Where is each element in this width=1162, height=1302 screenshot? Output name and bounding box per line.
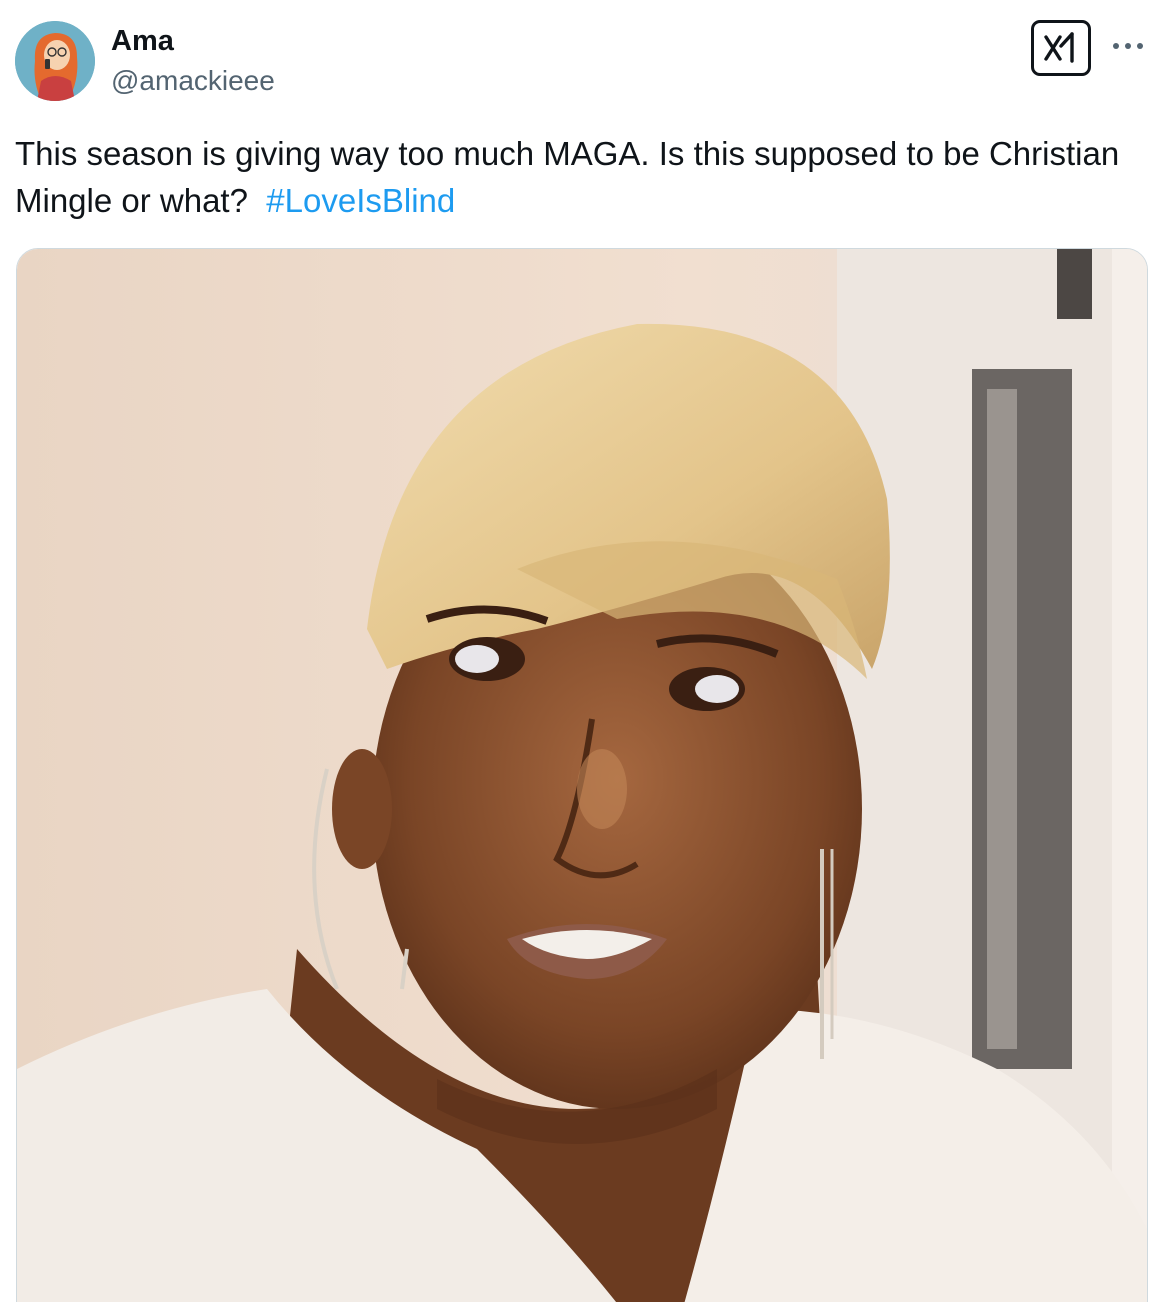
grok-icon bbox=[1044, 32, 1074, 63]
more-options-button[interactable] bbox=[1110, 38, 1146, 54]
tweet-body: This season is giving way too much MAGA.… bbox=[15, 135, 1120, 219]
more-options-icon bbox=[1113, 43, 1143, 49]
tweet-card[interactable]: Ama @amackieee This season is giving way… bbox=[0, 0, 1162, 1302]
author-avatar[interactable] bbox=[15, 21, 95, 101]
hashtag-link[interactable]: #LoveIsBlind bbox=[266, 182, 455, 219]
media-photo bbox=[17, 249, 1147, 1302]
avatar-image bbox=[15, 21, 95, 101]
tweet-media-image[interactable] bbox=[16, 248, 1148, 1302]
tweet-text: This season is giving way too much MAGA.… bbox=[15, 130, 1140, 224]
grok-button[interactable] bbox=[1031, 20, 1091, 76]
author-handle[interactable]: @amackieee bbox=[111, 64, 275, 98]
author-name[interactable]: Ama bbox=[111, 24, 174, 58]
